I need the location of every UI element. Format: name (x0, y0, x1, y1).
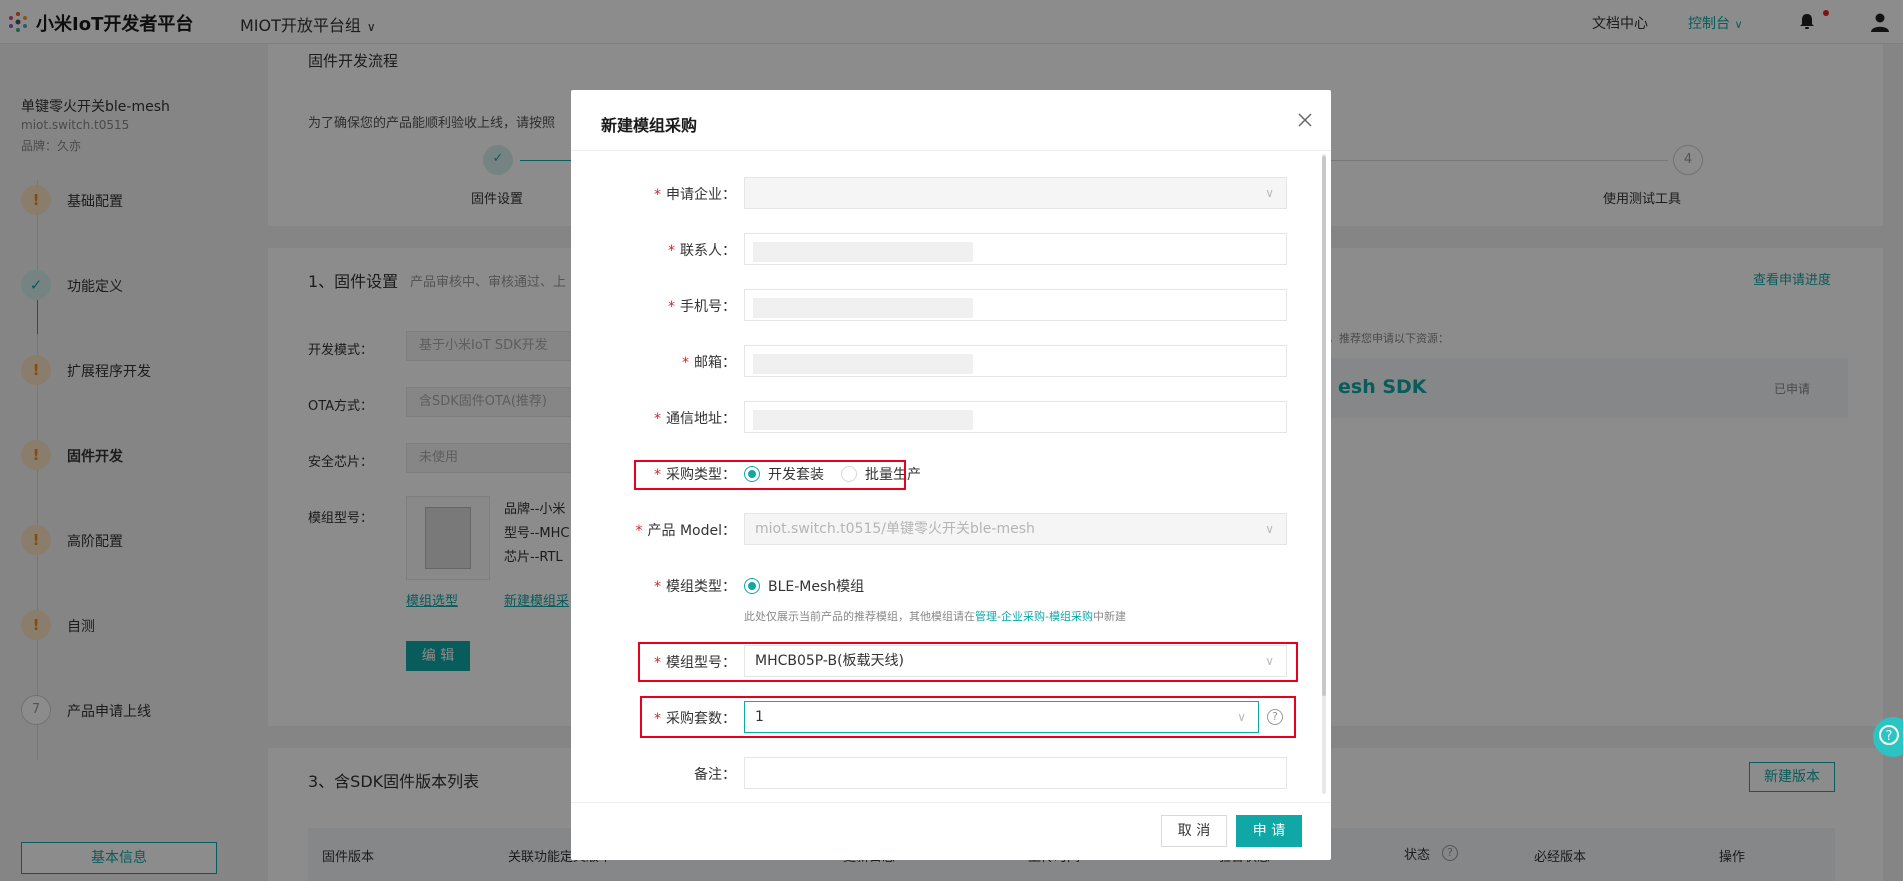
redacted-value (753, 354, 973, 374)
module-type-label: * 模组类型： (654, 579, 736, 595)
radio-label[interactable]: BLE-Mesh模组 (768, 576, 864, 596)
highlight-box (640, 696, 1296, 738)
email-label: * 邮箱： (682, 355, 736, 371)
scrollbar-thumb[interactable] (1322, 156, 1326, 696)
contact-label: * 联系人： (668, 243, 736, 259)
help-icon: ? (1879, 725, 1899, 745)
module-type-ble-mesh-radio[interactable] (744, 578, 760, 594)
redacted-value (753, 242, 973, 262)
chevron-down-icon: ∨ (1265, 186, 1274, 200)
floating-help-button[interactable]: ? (1873, 717, 1903, 757)
product-model-label: * 产品 Model： (635, 523, 736, 539)
submit-button[interactable]: 申 请 (1236, 815, 1302, 847)
email-field[interactable] (744, 345, 1287, 377)
product-model-value: miot.switch.t0515/单键零火开关ble-mesh (755, 521, 1035, 537)
svg-text:?: ? (1886, 729, 1893, 744)
dialog-title: 新建模组采购 (601, 116, 698, 135)
module-hint: 此处仅展示当前产品的推荐模组，其他模组请在管理-企业采购-模组采购中新建 (744, 610, 1126, 623)
new-module-purchase-dialog: 新建模组采购 * 申请企业： ∨ * 联系人： * 手机号： * 邮箱： * 通信地址： … (571, 90, 1331, 860)
highlight-box (634, 460, 906, 490)
redacted-value (753, 298, 973, 318)
divider (571, 150, 1331, 151)
address-field[interactable] (744, 401, 1287, 433)
chevron-down-icon: ∨ (1265, 522, 1274, 536)
cancel-button[interactable]: 取 消 (1161, 815, 1227, 847)
redacted-value (753, 410, 973, 430)
close-icon[interactable] (1293, 108, 1317, 132)
phone-label: * 手机号： (668, 299, 736, 315)
contact-field[interactable] (744, 233, 1287, 265)
company-label: * 申请企业： (654, 187, 736, 203)
divider (571, 802, 1331, 803)
remark-field[interactable] (744, 757, 1287, 789)
product-model-select: miot.switch.t0515/单键零火开关ble-mesh ∨ (744, 513, 1287, 545)
address-label: * 通信地址： (654, 411, 736, 427)
remark-label: 备注： (694, 767, 736, 783)
module-purchase-link[interactable]: 管理-企业采购-模组采购 (975, 610, 1093, 623)
phone-field[interactable] (744, 289, 1287, 321)
company-select[interactable]: ∨ (744, 177, 1287, 209)
highlight-box (638, 642, 1298, 682)
